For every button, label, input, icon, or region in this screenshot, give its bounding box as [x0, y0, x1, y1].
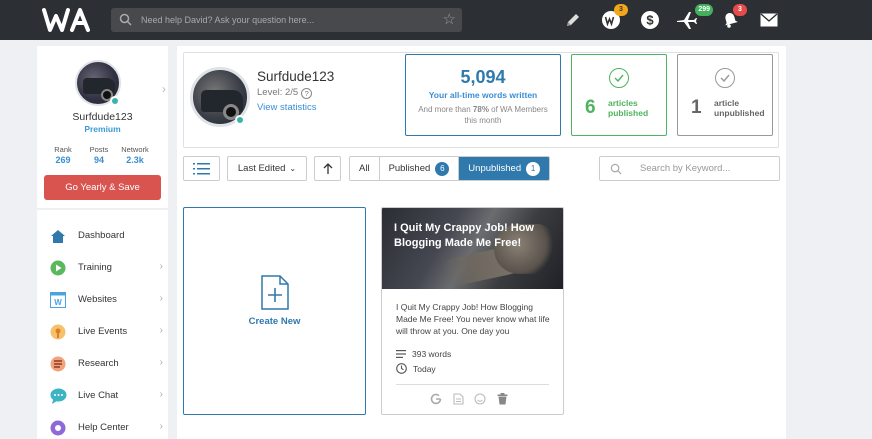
filter-unpublished[interactable]: Unpublished 1 [459, 157, 550, 180]
article-card[interactable]: I Quit My Crappy Job! How Blogging Made … [381, 207, 564, 415]
global-search: ☆ [111, 8, 462, 32]
create-new-card[interactable]: Create New [183, 207, 366, 415]
create-new-label: Create New [248, 316, 301, 327]
lines-icon [396, 350, 406, 358]
sidebar-item-dashboard[interactable]: Dashboard [37, 222, 168, 250]
google-icon[interactable] [429, 392, 443, 406]
chevron-right-icon: › [159, 293, 163, 304]
words-count: 5,094 [460, 67, 506, 87]
header-username[interactable]: Surfdude123 [257, 69, 334, 84]
divider [396, 384, 549, 385]
live-events-icon [49, 323, 67, 341]
trash-icon[interactable] [495, 392, 509, 406]
user-level: Level: 2/5? [257, 87, 313, 99]
home-icon [49, 227, 67, 245]
svg-text:$: $ [646, 13, 654, 28]
unpublished-label: article unpublished [714, 98, 765, 118]
play-icon [49, 259, 67, 277]
published-articles-box[interactable]: 6 articles published [571, 54, 667, 136]
clock-icon [396, 363, 407, 374]
chevron-down-icon: ⌄ [289, 164, 297, 173]
sidebar-item-training[interactable]: Training › [37, 254, 168, 282]
chevron-right-icon: › [159, 389, 163, 400]
sidebar-item-live-chat[interactable]: Live Chat › [37, 382, 168, 410]
article-word-count: 393 words [396, 349, 451, 359]
article-title: I Quit My Crappy Job! How Blogging Made … [394, 222, 534, 249]
top-bar: ☆ 3 $ 299 3 [0, 0, 872, 40]
chevron-right-icon: › [159, 261, 163, 272]
article-thumbnail[interactable]: I Quit My Crappy Job! How Blogging Made … [382, 208, 563, 289]
writer-summary-card: Surfdude123 Level: 2/5? View statistics … [183, 52, 779, 148]
sidebar-item-research[interactable]: Research › [37, 350, 168, 378]
sidebar-nav: Dashboard Training › W Websites › Live E… [37, 210, 168, 439]
keyword-search-input[interactable] [640, 157, 775, 180]
published-label: articles published [608, 98, 649, 118]
global-search-input[interactable] [141, 8, 431, 32]
website-icon: W [49, 291, 67, 309]
sidebar-profile-card: › Surfdude123 Premium Rank 269 Posts 94 … [37, 46, 168, 208]
flights-badge: 299 [695, 4, 713, 16]
face-icon[interactable] [473, 392, 487, 406]
new-document-icon [261, 275, 289, 310]
stat-network[interactable]: Network 2.3k [115, 145, 155, 165]
document-icon[interactable] [451, 392, 465, 406]
published-count-badge: 6 [435, 161, 450, 176]
check-circle-icon [715, 68, 735, 88]
go-yearly-button[interactable]: Go Yearly & Save [44, 175, 161, 200]
unpublished-count: 1 [691, 97, 702, 118]
stat-posts[interactable]: Posts 94 [79, 145, 119, 165]
airplane-icon[interactable]: 299 [675, 4, 713, 31]
published-count: 6 [585, 97, 596, 118]
status-filter: All Published 6 Unpublished 1 [349, 156, 551, 181]
search-icon [119, 13, 132, 26]
chevron-right-icon: › [159, 357, 163, 368]
question-icon[interactable]: ? [301, 88, 313, 99]
membership-label: Premium [84, 124, 121, 134]
chat-icon [49, 387, 67, 405]
list-view-button[interactable] [183, 156, 220, 181]
research-icon [49, 355, 67, 373]
dollar-icon[interactable]: $ [639, 9, 661, 31]
sidebar-item-websites[interactable]: W Websites › [37, 286, 168, 314]
sort-direction-button[interactable] [314, 156, 341, 181]
mail-icon[interactable] [758, 9, 780, 31]
words-comparison: And more than 78% of WA Members this mon… [418, 105, 548, 125]
profile-username[interactable]: Surfdude123 [37, 111, 168, 123]
article-date: Today [396, 363, 436, 374]
help-center-icon [49, 419, 67, 437]
sidebar-item-help-center[interactable]: Help Center › [37, 414, 168, 439]
star-icon[interactable]: ☆ [443, 11, 456, 29]
credits-badge: 3 [614, 4, 628, 16]
filter-published[interactable]: Published 6 [379, 157, 460, 180]
view-statistics-link[interactable]: View statistics [257, 102, 316, 113]
chevron-right-icon: › [159, 421, 163, 432]
online-status-dot [235, 115, 245, 125]
chevron-right-icon: › [159, 325, 163, 336]
pencil-icon[interactable] [562, 9, 584, 31]
chevron-right-icon[interactable]: › [162, 82, 166, 96]
main-content: Surfdude123 Level: 2/5? View statistics … [177, 46, 786, 439]
check-circle-icon [609, 68, 629, 88]
keyword-search [599, 156, 780, 181]
online-status-dot [110, 96, 120, 106]
logo-wa[interactable] [42, 7, 100, 33]
unpublished-articles-box[interactable]: 1 article unpublished [677, 54, 773, 136]
sort-dropdown[interactable]: Last Edited ⌄ [227, 156, 307, 181]
filter-all[interactable]: All [350, 157, 380, 180]
wa-credit-icon[interactable]: 3 [600, 4, 628, 31]
arrow-up-icon [323, 162, 332, 174]
stat-rank[interactable]: Rank 269 [43, 145, 83, 165]
article-excerpt: I Quit My Crappy Job! How Blogging Made … [396, 302, 550, 336]
svg-text:W: W [54, 298, 62, 307]
search-icon [610, 163, 622, 175]
unpublished-count-badge: 1 [526, 161, 541, 176]
words-written-box: 5,094 Your all-time words written And mo… [405, 54, 561, 136]
list-view-icon [193, 162, 210, 174]
bell-icon[interactable]: 3 [719, 4, 747, 31]
words-label: Your all-time words written [428, 90, 538, 100]
sidebar-item-live-events[interactable]: Live Events › [37, 318, 168, 346]
notifications-badge: 3 [733, 4, 747, 16]
